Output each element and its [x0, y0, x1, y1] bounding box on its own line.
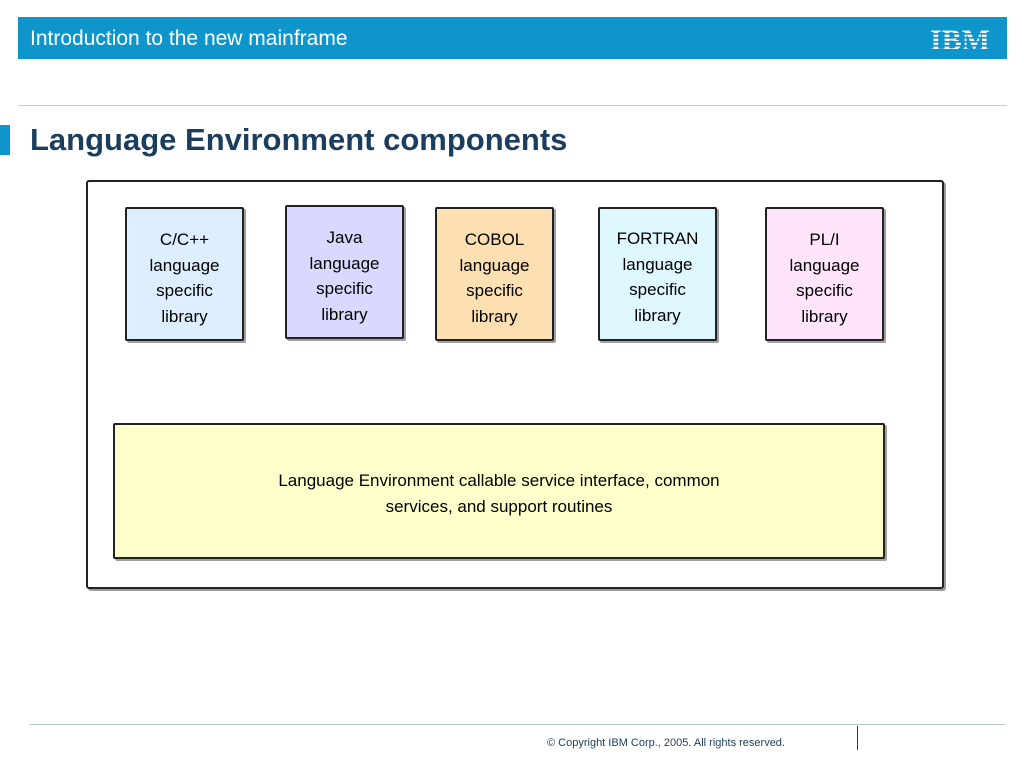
cobol-library-line-1: COBOL — [464, 230, 525, 249]
java-library-line-4: library — [321, 304, 368, 324]
footer-divider — [30, 724, 1005, 725]
cobol-library-line-2: language — [459, 255, 530, 275]
cobol-library-box: COBOL language specific library — [435, 207, 554, 341]
cpp-library-line-4: library — [161, 306, 208, 326]
fortran-library-box: FORTRAN language specific library — [598, 207, 717, 341]
callable-services-line-1: Language Environment callable service in… — [278, 471, 720, 490]
slide-page: Introduction to the new mainframe IBM IB… — [0, 0, 1024, 768]
callable-services-line-2: services, and support routines — [385, 497, 613, 516]
course-title: Introduction to the new mainframe — [30, 27, 348, 50]
cpp-library-line-2: language — [149, 255, 220, 275]
cpp-library-box: C/C++ language specific library — [125, 207, 244, 341]
pli-library-line-4: library — [801, 306, 848, 326]
slide-title: Language Environment components — [30, 122, 568, 157]
pli-library-box: PL/I language specific library — [765, 207, 884, 341]
pli-library-line-3: specific — [796, 281, 853, 300]
header-divider — [18, 105, 1007, 106]
java-library-line-1: Java — [326, 228, 363, 247]
cobol-library-line-4: library — [471, 306, 518, 326]
copyright-notice: © Copyright IBM Corp., 2005. All rights … — [547, 737, 785, 749]
fortran-library-line-4: library — [634, 305, 681, 325]
cpp-library-line-3: specific — [156, 281, 213, 300]
cpp-library-line-1: C/C++ — [159, 230, 210, 249]
callable-services-box: Language Environment callable service in… — [113, 423, 885, 559]
java-library-line-2: language — [309, 253, 380, 273]
pli-library-line-2: language — [789, 255, 860, 275]
fortran-library-line-3: specific — [629, 280, 686, 299]
fortran-library-line-1: FORTRAN — [616, 229, 699, 248]
cobol-library-line-3: specific — [466, 281, 523, 300]
footer-separator — [857, 726, 858, 750]
fortran-library-line-2: language — [622, 254, 693, 274]
java-library-line-3: specific — [316, 279, 373, 298]
header-bar: Introduction to the new mainframe IBM IB… — [18, 17, 1007, 59]
ibm-logo: IBM IBM — [927, 25, 993, 53]
title-marker — [0, 125, 10, 155]
java-library-box: Java language specific library — [285, 205, 404, 339]
pli-library-line-1: PL/I — [809, 230, 840, 249]
